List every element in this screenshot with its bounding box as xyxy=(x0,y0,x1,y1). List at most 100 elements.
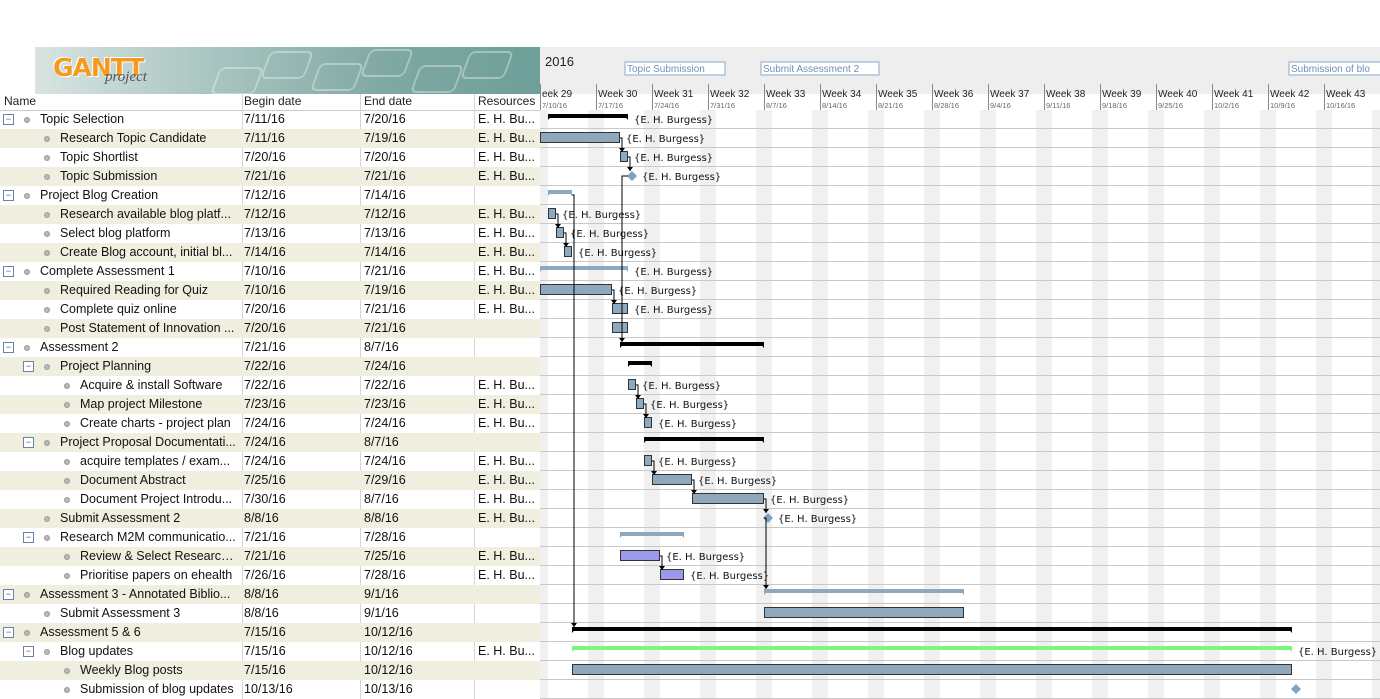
task-begin-date: 7/21/16 xyxy=(244,549,286,563)
task-end-date: 7/28/16 xyxy=(364,530,406,544)
task-bar[interactable] xyxy=(692,493,764,504)
gantt-chart-canvas[interactable]: 2016eek 297/10/16Week 307/17/16Week 317/… xyxy=(540,0,1380,699)
task-row[interactable]: − Complete Assessment 1 7/10/16 7/21/16 E. H… xyxy=(0,262,540,281)
task-name: Complete quiz online xyxy=(60,302,177,316)
task-row[interactable]: − Blog updates 7/15/16 10/12/16 E. H. Bu... xyxy=(0,642,540,661)
milestone-diamond[interactable] xyxy=(627,171,637,181)
task-bar[interactable] xyxy=(540,284,612,295)
task-row[interactable]: Create charts - project plan 7/24/16 7/24/… xyxy=(0,414,540,433)
task-row[interactable]: − Topic Selection 7/11/16 7/20/16 E. H. Bu..… xyxy=(0,110,540,129)
gantt-chart[interactable]: 2016 eek 29 7/10/16 Week 30 7/17/16 Week 31 7/… xyxy=(540,0,1380,699)
week-date: 8/21/16 xyxy=(878,101,903,110)
task-bar[interactable] xyxy=(644,455,652,466)
task-begin-date: 7/14/16 xyxy=(244,245,286,259)
task-name: Topic Shortlist xyxy=(60,150,138,164)
task-row[interactable]: − Project Planning 7/22/16 7/24/16 xyxy=(0,357,540,376)
collapse-toggle-icon[interactable]: − xyxy=(3,589,14,600)
task-bar[interactable] xyxy=(612,303,628,314)
task-row[interactable]: Complete quiz online 7/20/16 7/21/16 E. H. … xyxy=(0,300,540,319)
task-bar[interactable] xyxy=(612,322,628,333)
summary-bar[interactable] xyxy=(572,627,1292,631)
week-label: Week 41 xyxy=(1214,89,1254,100)
task-bar[interactable] xyxy=(620,151,628,162)
column-header-resources[interactable]: Resources xyxy=(478,94,535,108)
task-bar[interactable] xyxy=(644,417,652,428)
task-row[interactable]: Post Statement of Innovation ... 7/20/16 7… xyxy=(0,319,540,338)
collapse-toggle-icon[interactable]: − xyxy=(3,114,14,125)
task-row[interactable]: − Assessment 2 7/21/16 8/7/16 xyxy=(0,338,540,357)
task-row[interactable]: Document Project Introdu... 7/30/16 8/7/16… xyxy=(0,490,540,509)
collapse-toggle-icon[interactable]: − xyxy=(3,190,14,201)
task-end-date: 7/24/16 xyxy=(364,454,406,468)
task-row[interactable]: − Project Blog Creation 7/12/16 7/14/16 xyxy=(0,186,540,205)
weekend-shading xyxy=(1316,110,1324,699)
weekend-shading xyxy=(588,110,596,699)
task-row[interactable]: Submit Assessment 2 8/8/16 8/8/16 E. H. Bu.… xyxy=(0,509,540,528)
column-header-begin-date[interactable]: Begin date xyxy=(244,94,301,108)
task-bar[interactable] xyxy=(572,664,1292,675)
collapse-toggle-icon[interactable]: − xyxy=(3,627,14,638)
collapse-toggle-icon[interactable]: − xyxy=(3,266,14,277)
collapse-toggle-icon[interactable]: − xyxy=(23,646,34,657)
weekend-shading xyxy=(1268,110,1276,699)
task-row[interactable]: Prioritise papers on ehealth 7/26/16 7/28/… xyxy=(0,566,540,585)
task-name: Research Topic Candidate xyxy=(60,131,207,145)
task-bar[interactable] xyxy=(660,569,684,580)
task-row[interactable]: Weekly Blog posts 7/15/16 10/12/16 xyxy=(0,661,540,680)
task-bar[interactable] xyxy=(620,550,660,561)
task-row[interactable]: Required Reading for Quiz 7/10/16 7/19/16 E… xyxy=(0,281,540,300)
task-row[interactable]: − Assessment 5 & 6 7/15/16 10/12/16 xyxy=(0,623,540,642)
task-bar[interactable] xyxy=(556,227,564,238)
task-bar[interactable] xyxy=(764,607,964,618)
task-row[interactable]: Select blog platform 7/13/16 7/13/16 E. H. … xyxy=(0,224,540,243)
summary-bar[interactable] xyxy=(620,342,764,346)
summary-bar[interactable] xyxy=(620,532,684,536)
task-bar[interactable] xyxy=(652,474,692,485)
task-end-date: 7/22/16 xyxy=(364,378,406,392)
column-header-name[interactable]: Name xyxy=(4,94,36,108)
task-name: Blog updates xyxy=(60,644,133,658)
task-bar[interactable] xyxy=(548,208,556,219)
task-row[interactable]: Submission of blog updates 10/13/16 10/13/… xyxy=(0,680,540,699)
task-row[interactable]: Topic Shortlist 7/20/16 7/20/16 E. H. Bu... xyxy=(0,148,540,167)
task-row[interactable]: Document Abstract 7/25/16 7/29/16 E. H. Bu.… xyxy=(0,471,540,490)
task-row[interactable]: acquire templates / exam... 7/24/16 7/24/1… xyxy=(0,452,540,471)
task-bullet-icon xyxy=(44,649,50,655)
task-bar[interactable] xyxy=(564,246,572,257)
task-row[interactable]: Topic Submission 7/21/16 7/21/16 E. H. Bu..… xyxy=(0,167,540,186)
week-label: Week 40 xyxy=(1158,89,1198,100)
summary-bar[interactable] xyxy=(764,589,964,593)
collapse-toggle-icon[interactable]: − xyxy=(3,342,14,353)
task-name: Submission of blog updates xyxy=(80,682,234,696)
summary-bar[interactable] xyxy=(548,114,628,118)
task-row[interactable]: Create Blog account, initial bl... 7/14/1… xyxy=(0,243,540,262)
summary-bar[interactable] xyxy=(644,437,764,441)
collapse-toggle-icon[interactable]: − xyxy=(23,532,34,543)
task-row[interactable]: − Assessment 3 - Annotated Biblio... 8/8/1… xyxy=(0,585,540,604)
summary-bar[interactable] xyxy=(540,266,628,270)
task-bullet-icon xyxy=(64,573,70,579)
task-row[interactable]: Research available blog platf... 7/12/16 7… xyxy=(0,205,540,224)
task-row[interactable]: Review & Select Research ... 7/21/16 7/25/… xyxy=(0,547,540,566)
task-begin-date: 7/21/16 xyxy=(244,530,286,544)
task-end-date: 8/7/16 xyxy=(364,492,399,506)
task-resources: E. H. Bu... xyxy=(478,150,535,164)
milestone-diamond[interactable] xyxy=(1291,684,1301,694)
task-bar[interactable] xyxy=(628,379,636,390)
task-resource-label: {E. H. Burgess} xyxy=(578,248,657,259)
column-header-end-date[interactable]: End date xyxy=(364,94,412,108)
task-row[interactable]: Research Topic Candidate 7/11/16 7/19/16 E.… xyxy=(0,129,540,148)
task-name: Project Planning xyxy=(60,359,152,373)
week-label: Week 43 xyxy=(1326,89,1366,100)
task-bullet-icon xyxy=(24,345,30,351)
task-row[interactable]: − Research M2M communicatio... 7/21/16 7/28… xyxy=(0,528,540,547)
collapse-toggle-icon[interactable]: − xyxy=(23,437,34,448)
task-row[interactable]: Submit Assessment 3 8/8/16 9/1/16 xyxy=(0,604,540,623)
task-bar[interactable] xyxy=(636,398,644,409)
task-bar[interactable] xyxy=(540,132,620,143)
collapse-toggle-icon[interactable]: − xyxy=(23,361,34,372)
summary-bar[interactable] xyxy=(572,646,1292,650)
task-row[interactable]: − Project Proposal Documentati... 7/24/16 8… xyxy=(0,433,540,452)
task-row[interactable]: Acquire & install Software 7/22/16 7/22/16… xyxy=(0,376,540,395)
task-row[interactable]: Map project Milestone 7/23/16 7/23/16 E. H.… xyxy=(0,395,540,414)
